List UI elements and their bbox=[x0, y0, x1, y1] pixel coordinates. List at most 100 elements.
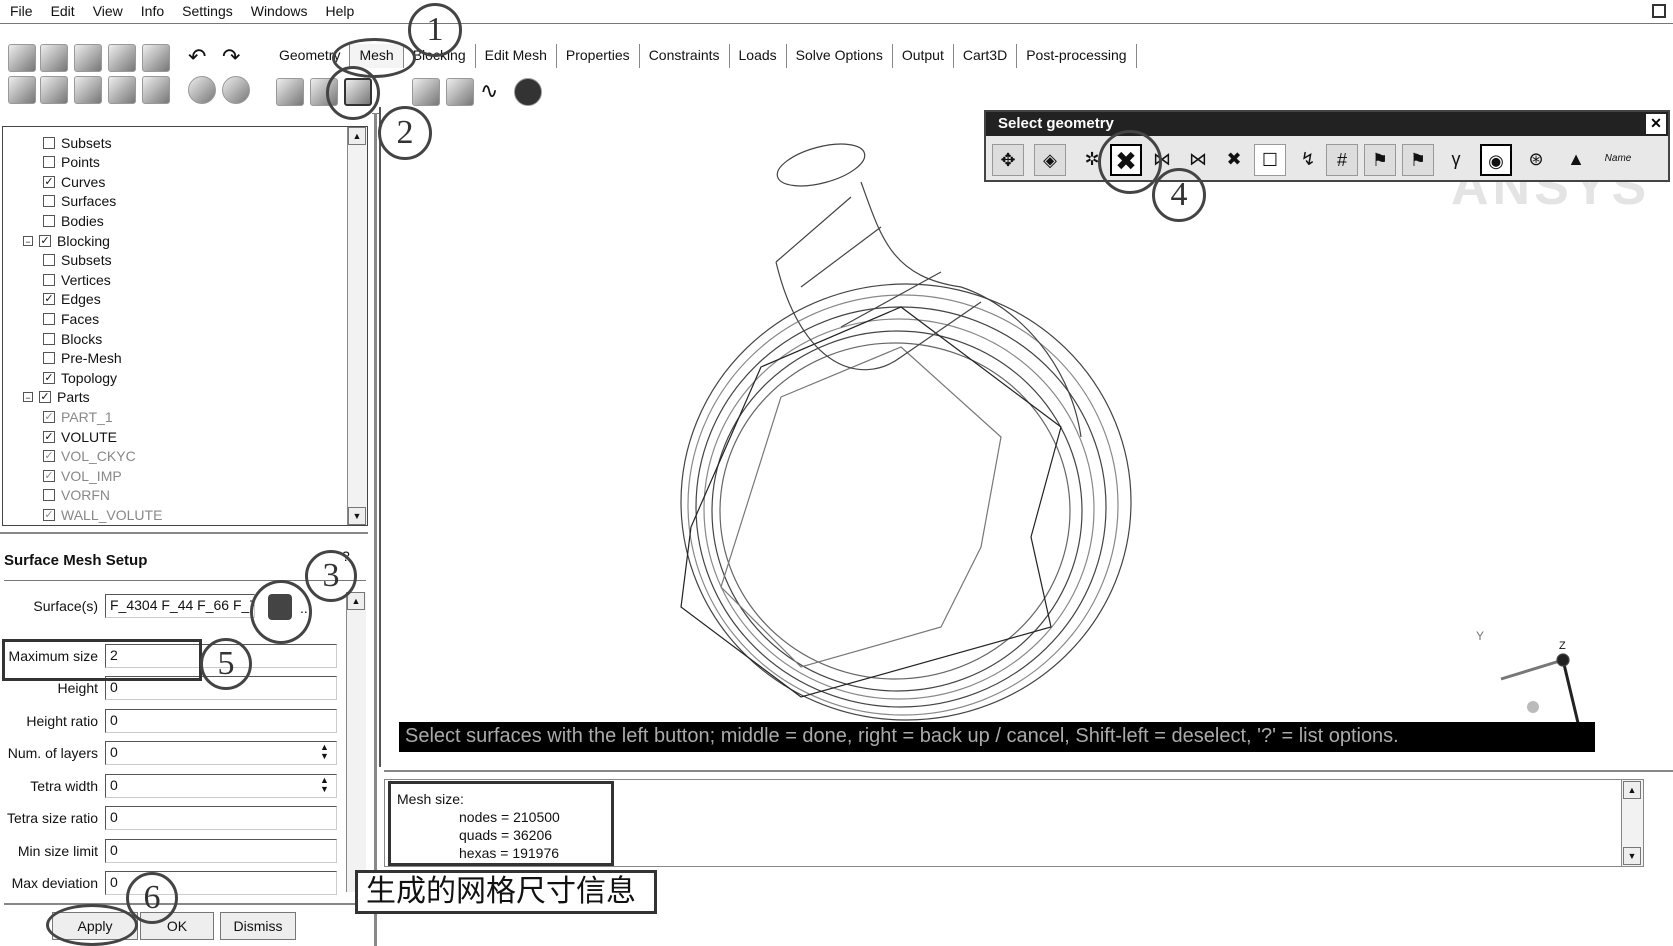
save-icon[interactable] bbox=[40, 44, 68, 72]
select-by-part-icon[interactable]: ◈ bbox=[1034, 144, 1066, 176]
close-icon[interactable]: ✕ bbox=[1646, 114, 1666, 134]
checkbox[interactable]: ✓ bbox=[39, 234, 51, 247]
deselect-icon[interactable]: ✖ bbox=[1218, 144, 1250, 176]
tree-item[interactable]: Surfaces bbox=[43, 192, 116, 211]
tab-output[interactable]: Output bbox=[893, 44, 954, 68]
tree-item[interactable]: ✓ WALL_VOLUTE bbox=[43, 505, 162, 524]
scroll-up-button[interactable]: ▲ bbox=[347, 592, 365, 610]
scroll-up-button[interactable]: ▲ bbox=[1623, 781, 1641, 799]
checkbox[interactable]: ✓ bbox=[43, 508, 55, 521]
menu-edit[interactable]: Edit bbox=[51, 3, 75, 20]
tree-item[interactable]: Blocks bbox=[43, 329, 102, 348]
checkbox[interactable] bbox=[43, 273, 55, 286]
tree-scrollbar[interactable]: ▲ ▼ bbox=[347, 127, 367, 525]
checkbox[interactable]: ✓ bbox=[43, 410, 55, 423]
select-by-name-button[interactable]: Name bbox=[1602, 144, 1634, 176]
checkbox[interactable]: ✓ bbox=[43, 371, 55, 384]
curve-icon[interactable]: ∿ bbox=[480, 78, 508, 106]
select-items-icon[interactable]: ✥ bbox=[992, 144, 1024, 176]
tree-item[interactable]: ✓ Topology bbox=[43, 368, 117, 387]
global-mesh-setup-icon[interactable] bbox=[276, 78, 304, 106]
tree-item[interactable]: ✓ VOLUTE bbox=[43, 427, 117, 446]
field-input[interactable]: F_4304 F_44 F_66 F_79 bbox=[105, 594, 255, 618]
toggle-select-icon[interactable]: # bbox=[1326, 144, 1358, 176]
compute-mesh-icon[interactable] bbox=[514, 78, 542, 106]
menu-view[interactable]: View bbox=[93, 3, 123, 20]
field-input[interactable]: 0 bbox=[105, 806, 337, 830]
tree-item[interactable]: ✓ Curves bbox=[43, 172, 105, 191]
restore-window-icon[interactable] bbox=[1652, 4, 1666, 18]
menu-info[interactable]: Info bbox=[141, 3, 164, 20]
checkbox[interactable] bbox=[43, 156, 55, 169]
spinner[interactable]: ▲ ▼ bbox=[320, 776, 329, 794]
field-input[interactable]: 0 bbox=[105, 871, 337, 895]
tree-item[interactable]: Vertices bbox=[43, 270, 111, 289]
dismiss-button[interactable]: Dismiss bbox=[220, 912, 296, 940]
tree-item[interactable]: VORFN bbox=[43, 486, 110, 505]
tree-item[interactable]: − ✓ Parts bbox=[23, 388, 90, 407]
tab-edit-mesh[interactable]: Edit Mesh bbox=[476, 44, 557, 68]
save-mesh-icon[interactable] bbox=[108, 44, 136, 72]
redo-icon[interactable]: ↷ bbox=[222, 44, 250, 72]
save-geometry-icon[interactable] bbox=[74, 44, 102, 72]
tree-item[interactable]: Points bbox=[43, 153, 100, 172]
scroll-down-button[interactable]: ▼ bbox=[1623, 847, 1641, 865]
field-input[interactable]: 0 bbox=[105, 741, 337, 765]
checkbox[interactable]: ✓ bbox=[43, 430, 55, 443]
tab-constraints[interactable]: Constraints bbox=[640, 44, 730, 68]
polygon-select-icon[interactable]: ↯ bbox=[1292, 144, 1324, 176]
fit-window-icon[interactable] bbox=[8, 76, 36, 104]
filter-icon[interactable]: ⚑ bbox=[1364, 144, 1396, 176]
tree-item[interactable]: Faces bbox=[43, 309, 99, 328]
mesh-connector-icon[interactable] bbox=[446, 78, 474, 106]
select-adjacent-icon[interactable]: ⋈ bbox=[1182, 144, 1214, 176]
box-select-icon[interactable]: ☐ bbox=[1254, 144, 1286, 176]
menu-help[interactable]: Help bbox=[326, 3, 355, 20]
save-blocking-icon[interactable] bbox=[142, 44, 170, 72]
measure-icon[interactable] bbox=[74, 76, 102, 104]
shapes-icon[interactable]: ▲ bbox=[1560, 144, 1592, 176]
tab-post-processing[interactable]: Post-processing bbox=[1017, 44, 1137, 68]
checkbox[interactable]: ✓ bbox=[39, 391, 51, 404]
subset-icon[interactable]: ◉ bbox=[1480, 144, 1512, 176]
tree-item[interactable]: Subsets bbox=[43, 133, 112, 152]
checkbox[interactable] bbox=[43, 195, 55, 208]
form-scrollbar[interactable]: ▲ bbox=[346, 592, 366, 892]
collapse-icon[interactable]: − bbox=[23, 235, 33, 247]
tab-properties[interactable]: Properties bbox=[557, 44, 640, 68]
wireframe-icon[interactable] bbox=[188, 76, 216, 104]
checkbox[interactable]: ✓ bbox=[43, 293, 55, 306]
tab-solve-options[interactable]: Solve Options bbox=[787, 44, 893, 68]
tree-item[interactable]: ✓ VOL_CKYC bbox=[43, 447, 136, 466]
open-icon[interactable] bbox=[8, 44, 36, 72]
gamma-icon[interactable]: γ bbox=[1440, 144, 1472, 176]
checkbox[interactable] bbox=[43, 332, 55, 345]
help-icon[interactable]: ? bbox=[342, 548, 350, 564]
tree-item[interactable]: ✓ PART_1 bbox=[43, 407, 113, 426]
checkbox[interactable] bbox=[43, 136, 55, 149]
checkbox[interactable] bbox=[43, 489, 55, 502]
tab-cart3d[interactable]: Cart3D bbox=[954, 44, 1018, 68]
spinner[interactable]: ▲ ▼ bbox=[320, 743, 329, 761]
checkbox[interactable]: ✓ bbox=[43, 469, 55, 482]
zoom-icon[interactable] bbox=[40, 76, 68, 104]
scroll-up-button[interactable]: ▲ bbox=[348, 127, 366, 145]
menu-settings[interactable]: Settings bbox=[182, 3, 233, 20]
checkbox[interactable] bbox=[43, 312, 55, 325]
checkbox[interactable] bbox=[43, 254, 55, 267]
undo-icon[interactable]: ↶ bbox=[188, 44, 216, 72]
local-coord-icon[interactable] bbox=[108, 76, 136, 104]
tree-item[interactable]: Pre-Mesh bbox=[43, 349, 122, 368]
tree-item[interactable]: ✓ Edges bbox=[43, 290, 101, 309]
tree-item[interactable]: ✓ VOL_IMP bbox=[43, 466, 122, 485]
ok-button[interactable]: OK bbox=[140, 912, 214, 940]
checkbox[interactable] bbox=[43, 352, 55, 365]
venn-icon[interactable]: ⊛ bbox=[1520, 144, 1552, 176]
tab-loads[interactable]: Loads bbox=[730, 44, 787, 68]
field-input[interactable]: 0 bbox=[105, 839, 337, 863]
message-scrollbar[interactable]: ▲ ▼ bbox=[1621, 780, 1643, 866]
menu-windows[interactable]: Windows bbox=[251, 3, 308, 20]
scroll-down-button[interactable]: ▼ bbox=[348, 507, 366, 525]
curve-mesh-setup-icon[interactable] bbox=[412, 78, 440, 106]
refresh-icon[interactable] bbox=[142, 76, 170, 104]
